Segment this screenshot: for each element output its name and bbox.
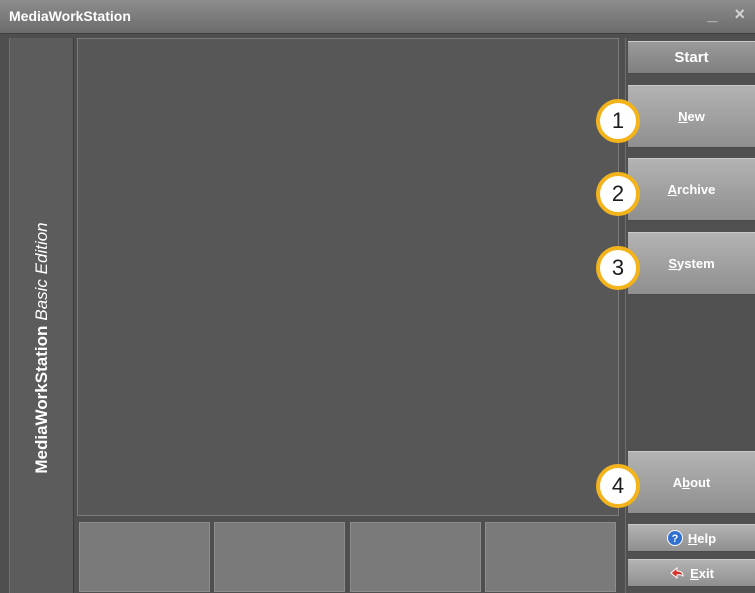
bottom-slot-bar — [77, 521, 619, 593]
question-circle-icon: ? — [666, 530, 683, 546]
edition-label: Basic Edition — [31, 222, 51, 321]
slot-1[interactable] — [79, 522, 210, 592]
callout-3: 3 — [596, 246, 640, 290]
slot-3[interactable] — [350, 522, 481, 592]
vertical-branding-text: MediaWorkStation Basic Edition — [32, 222, 52, 473]
brand-name: MediaWorkStation — [31, 325, 51, 474]
system-label: System — [668, 256, 715, 271]
svg-text:?: ? — [672, 533, 679, 545]
new-label: New — [678, 109, 705, 124]
start-header: Start — [628, 41, 755, 74]
callout-2: 2 — [596, 172, 640, 216]
callout-1: 1 — [596, 99, 640, 143]
exit-label: Exit — [690, 565, 714, 581]
slot-4[interactable] — [485, 522, 616, 592]
help-button[interactable]: ? Help — [628, 524, 755, 552]
main-content-panel — [77, 38, 619, 516]
about-label: About — [672, 475, 711, 490]
exit-button[interactable]: Exit — [628, 559, 755, 587]
new-button[interactable]: New — [628, 85, 755, 148]
slot-2[interactable] — [214, 522, 345, 592]
about-button[interactable]: About — [628, 451, 755, 514]
archive-button[interactable]: Archive — [628, 158, 755, 221]
exit-arrow-icon — [670, 566, 684, 580]
title-bar: MediaWorkStation _ × — [0, 0, 755, 34]
help-label: Help — [687, 530, 717, 546]
sidebar-branding: MediaWorkStation Basic Edition — [9, 38, 74, 593]
window-controls[interactable]: _ × — [707, 4, 751, 25]
system-button[interactable]: System — [628, 232, 755, 295]
window-title: MediaWorkStation — [9, 8, 131, 24]
callout-4: 4 — [596, 464, 640, 508]
archive-label: Archive — [667, 182, 716, 197]
